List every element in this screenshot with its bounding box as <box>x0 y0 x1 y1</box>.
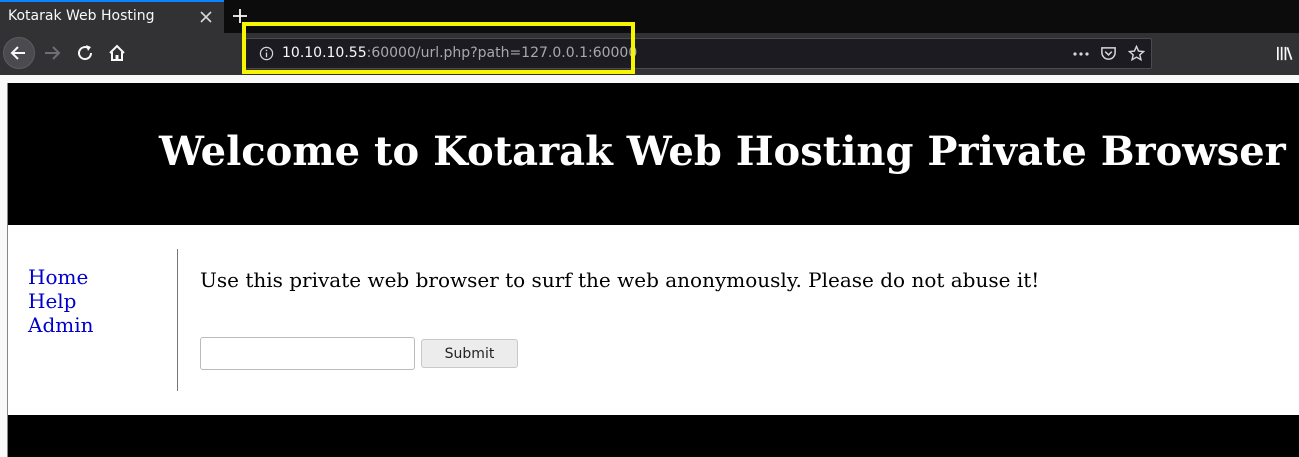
url-path: :60000/url.php?path=127.0.0.1:60000 <box>366 45 638 61</box>
nav-link-admin[interactable]: Admin <box>28 313 94 337</box>
submit-button[interactable]: Submit <box>421 339 518 368</box>
nav-link-home[interactable]: Home <box>28 265 88 289</box>
library-icon[interactable] <box>1275 44 1294 63</box>
url-host: 10.10.10.55 <box>282 45 367 61</box>
pocket-icon[interactable] <box>1100 45 1117 62</box>
navigation-toolbar: 10.10.10.55:60000/url.php?path=127.0.0.1… <box>0 33 1299 75</box>
page-actions-icon[interactable] <box>1072 46 1090 61</box>
side-navigation: Home Help Admin <box>8 249 178 391</box>
page-footer <box>8 415 1299 457</box>
tab-title: Kotarak Web Hosting <box>8 8 155 24</box>
forward-icon[interactable] <box>42 43 62 63</box>
intro-text: Use this private web browser to surf the… <box>200 268 1040 292</box>
back-button[interactable] <box>3 37 35 69</box>
home-icon[interactable] <box>107 43 127 63</box>
new-tab-icon[interactable] <box>230 6 250 26</box>
address-bar[interactable]: 10.10.10.55:60000/url.php?path=127.0.0.1… <box>245 38 1152 69</box>
nav-link-help[interactable]: Help <box>28 289 76 313</box>
bookmark-star-icon[interactable] <box>1128 45 1145 62</box>
site-info-icon[interactable] <box>259 46 274 61</box>
back-arrow-icon <box>10 46 25 60</box>
page-viewport: Welcome to Kotarak Web Hosting Private B… <box>7 83 1299 457</box>
tab-strip: Kotarak Web Hosting <box>0 0 1299 33</box>
close-tab-icon[interactable] <box>198 9 214 25</box>
page-header: Welcome to Kotarak Web Hosting Private B… <box>8 83 1299 225</box>
tab-kotarak[interactable]: Kotarak Web Hosting <box>0 0 224 33</box>
reload-icon[interactable] <box>75 43 95 63</box>
url-input[interactable] <box>200 337 415 370</box>
url-text: 10.10.10.55:60000/url.php?path=127.0.0.1… <box>282 45 637 61</box>
page-title: Welcome to Kotarak Web Hosting Private B… <box>159 128 1286 175</box>
